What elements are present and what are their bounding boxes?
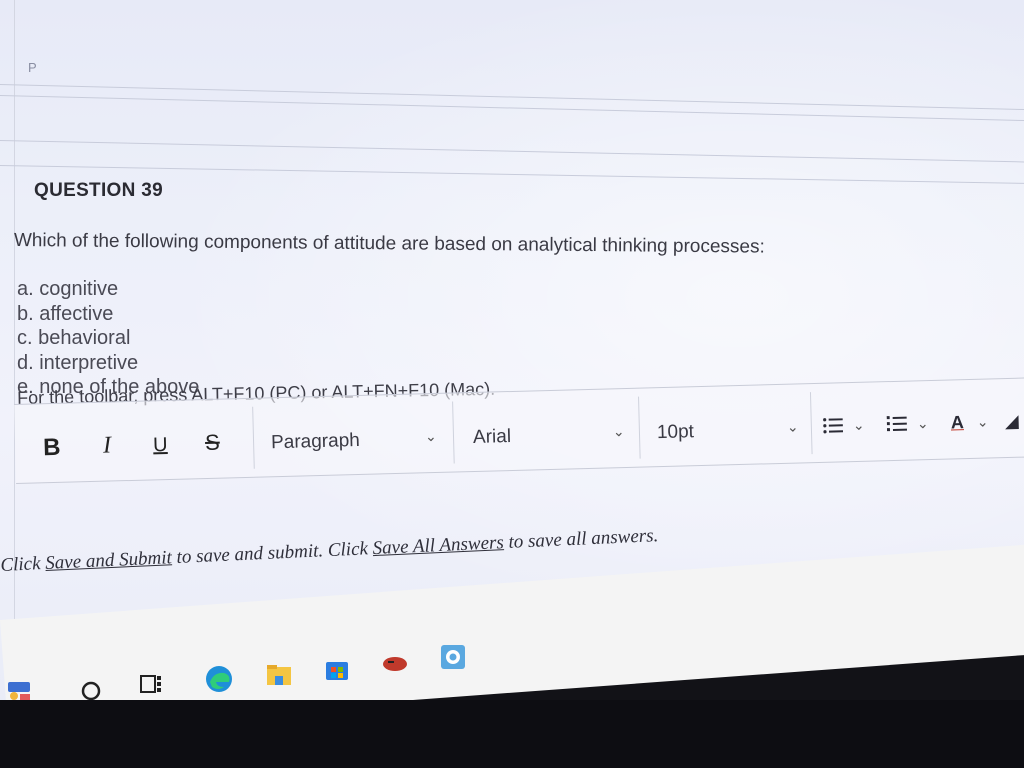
app-icon[interactable] xyxy=(438,642,468,672)
file-explorer-icon[interactable] xyxy=(264,660,294,690)
task-view-icon[interactable] xyxy=(136,670,166,700)
store-icon[interactable] xyxy=(322,654,352,684)
photo-stage: P QUESTION 39 Which of the following com… xyxy=(0,0,1024,768)
edge-icon[interactable] xyxy=(204,664,234,694)
game-icon[interactable] xyxy=(380,648,410,678)
bezel xyxy=(0,700,1024,768)
taskbar-icons xyxy=(0,0,1024,768)
